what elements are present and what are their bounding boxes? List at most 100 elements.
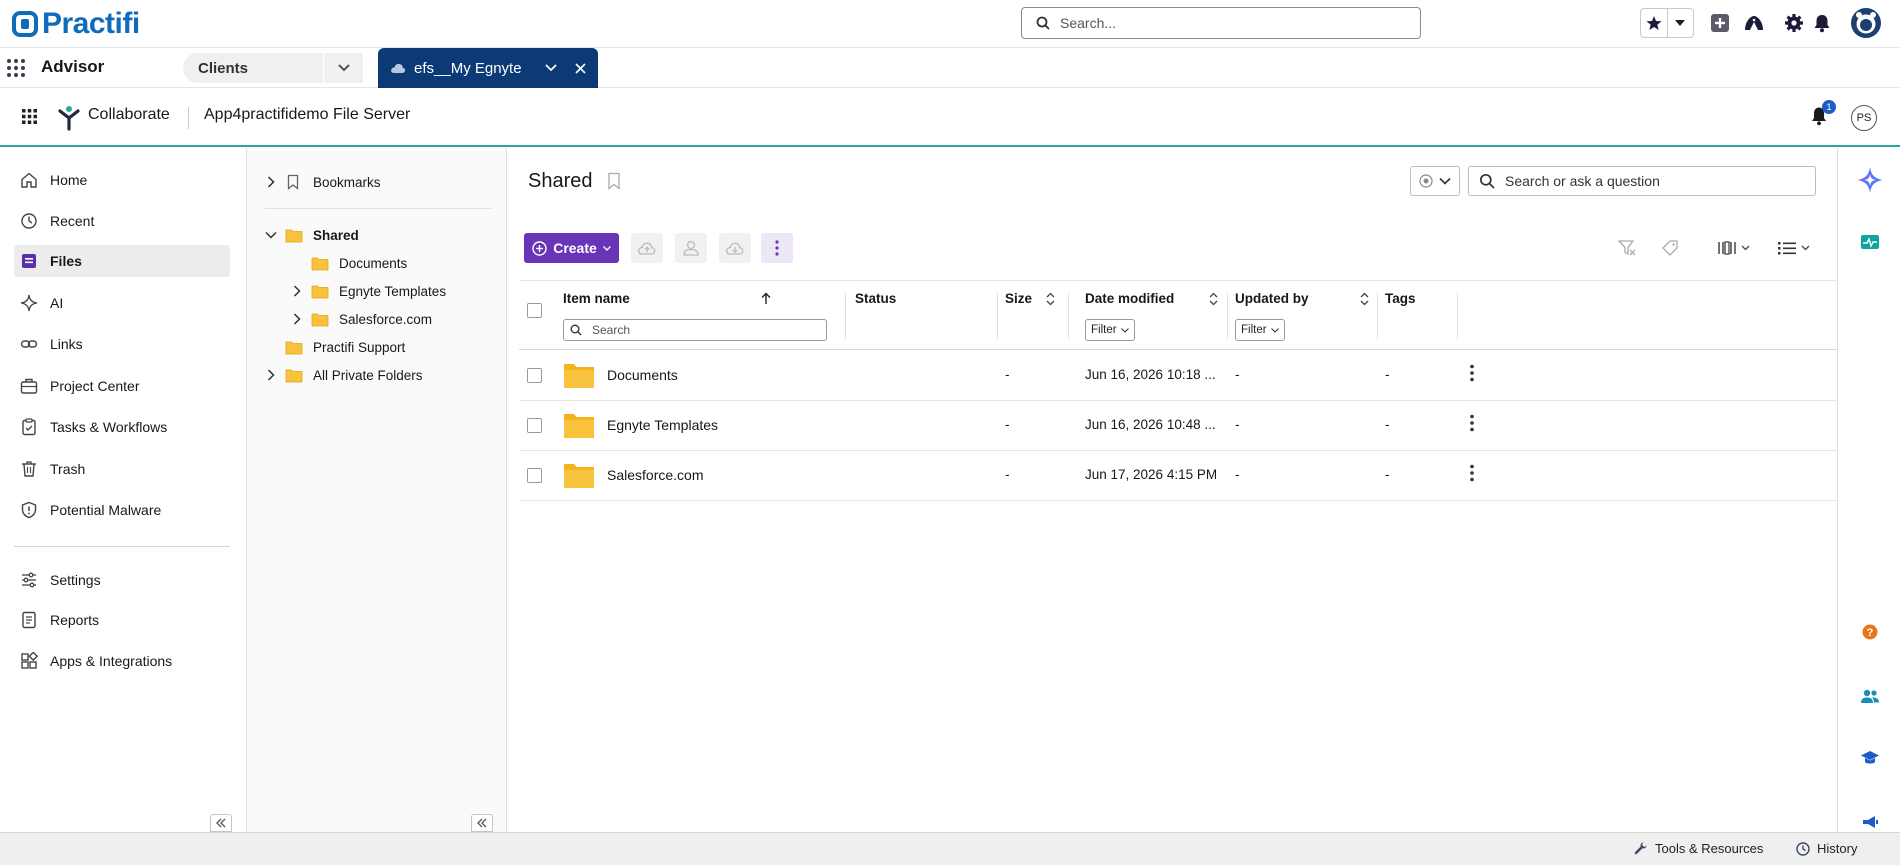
tab-clients[interactable]: Clients	[183, 53, 363, 83]
row-item-name[interactable]: Documents	[607, 367, 678, 383]
download-button[interactable]	[719, 233, 751, 263]
row-tags: -	[1385, 367, 1390, 382]
tab-my-egnyte[interactable]: efs__My Egnyte	[378, 48, 598, 88]
tree-item-shared[interactable]: Shared	[265, 223, 359, 247]
column-header-updated-by[interactable]: Updated by	[1235, 291, 1309, 306]
sort-date-modified-button[interactable]	[1209, 292, 1218, 306]
app-launcher-button[interactable]	[6, 58, 26, 78]
nav-item-project-center[interactable]: Project Center	[14, 370, 230, 402]
column-header-item-name[interactable]: Item name	[563, 291, 630, 306]
item-name-search-input[interactable]: Search	[563, 319, 827, 341]
row-checkbox[interactable]	[527, 418, 542, 433]
row-size: -	[1005, 417, 1010, 432]
table-row[interactable]: Salesforce.com - Jun 17, 2026 4:15 PM - …	[519, 451, 1837, 501]
row-item-name[interactable]: Egnyte Templates	[607, 417, 718, 433]
more-actions-button[interactable]	[761, 233, 793, 263]
setup-button[interactable]	[1782, 11, 1806, 35]
column-header-date-modified[interactable]: Date modified	[1085, 291, 1174, 306]
create-button-label: Create	[553, 240, 597, 256]
nav-item-ai[interactable]: AI	[14, 287, 230, 319]
column-header-status[interactable]: Status	[855, 291, 896, 306]
bookmark-folder-button[interactable]	[607, 172, 621, 190]
favorites-dropdown-button[interactable]	[1668, 9, 1694, 37]
nav-item-files[interactable]: Files	[14, 245, 230, 277]
nav-item-apps-integrations[interactable]: Apps & Integrations	[14, 645, 230, 677]
nav-item-reports[interactable]: Reports	[14, 604, 230, 636]
tags-button[interactable]	[1660, 236, 1680, 260]
user-profile-button[interactable]	[1850, 7, 1882, 39]
left-navigation: Home Recent Files AI Links Project Cente…	[0, 148, 247, 832]
updated-by-filter-button[interactable]: Filter	[1235, 319, 1285, 341]
table-row[interactable]: Egnyte Templates - Jun 16, 2026 10:48 ..…	[519, 401, 1837, 451]
chevron-right-icon[interactable]	[267, 369, 275, 381]
search-scope-select[interactable]	[1410, 166, 1460, 196]
tab-clients-menu-button[interactable]	[323, 53, 363, 83]
nav-item-recent[interactable]: Recent	[14, 205, 230, 237]
select-all-checkbox[interactable]	[527, 303, 542, 318]
practifi-logo[interactable]: Practifi	[12, 7, 140, 41]
tree-item-bookmarks[interactable]: Bookmarks	[265, 170, 381, 194]
column-header-tags[interactable]: Tags	[1385, 291, 1416, 306]
tree-item-practifi-support[interactable]: Practifi Support	[285, 335, 405, 359]
nav-item-home[interactable]: Home	[14, 164, 230, 196]
clear-filters-button[interactable]	[1617, 236, 1637, 260]
egnyte-app-launcher-button[interactable]	[22, 109, 37, 124]
row-actions-kebab-icon[interactable]	[1470, 414, 1474, 432]
nav-item-links[interactable]: Links	[14, 328, 230, 360]
chevron-right-icon[interactable]	[293, 313, 301, 325]
megaphone-icon	[1863, 816, 1878, 828]
learning-button[interactable]	[1858, 746, 1882, 770]
column-header-size[interactable]: Size	[1005, 291, 1032, 306]
row-actions-kebab-icon[interactable]	[1470, 364, 1474, 382]
list-view-button[interactable]	[1777, 236, 1810, 260]
close-tab-button[interactable]	[571, 62, 598, 74]
chevron-down-icon[interactable]	[265, 231, 277, 239]
activity-monitor-button[interactable]	[1858, 231, 1882, 255]
sort-updated-by-button[interactable]	[1360, 292, 1369, 306]
announcements-button[interactable]	[1858, 810, 1882, 834]
row-item-name[interactable]: Salesforce.com	[607, 467, 703, 483]
favorites-button[interactable]	[1641, 9, 1668, 37]
sort-icon	[1209, 292, 1218, 306]
help-button[interactable]: ?	[1858, 620, 1882, 644]
tab-my-egnyte-menu-button[interactable]	[539, 64, 563, 72]
notifications-button[interactable]	[1810, 11, 1834, 35]
tree-item-salesforce[interactable]: Salesforce.com	[291, 307, 432, 331]
share-button[interactable]	[675, 233, 707, 263]
sort-size-button[interactable]	[1046, 292, 1055, 306]
create-button[interactable]: Create	[524, 233, 619, 263]
tree-item-label: Bookmarks	[313, 174, 381, 190]
global-actions-button[interactable]	[1708, 11, 1732, 35]
row-checkbox[interactable]	[527, 468, 542, 483]
nav-item-potential-malware[interactable]: Potential Malware	[14, 494, 230, 526]
row-updated-by: -	[1235, 417, 1240, 432]
ai-copilot-button[interactable]	[1856, 166, 1884, 194]
nav-item-tasks-workflows[interactable]: Tasks & Workflows	[14, 411, 230, 443]
upload-button[interactable]	[631, 233, 663, 263]
tree-item-all-private-folders[interactable]: All Private Folders	[265, 363, 423, 387]
collapse-tree-button[interactable]	[471, 814, 493, 832]
sort-item-name-button[interactable]	[761, 292, 771, 305]
tools-resources-button[interactable]: Tools & Resources	[1634, 841, 1763, 856]
chevron-right-icon[interactable]	[267, 176, 275, 188]
row-actions-kebab-icon[interactable]	[1470, 464, 1474, 482]
nav-item-trash[interactable]: Trash	[14, 453, 230, 485]
tree-item-documents[interactable]: Documents	[311, 251, 407, 275]
row-checkbox[interactable]	[527, 368, 542, 383]
history-button[interactable]: History	[1796, 841, 1857, 856]
user-avatar[interactable]: PS	[1851, 105, 1877, 131]
help-button[interactable]	[1742, 11, 1766, 35]
team-button[interactable]	[1858, 684, 1882, 708]
collapse-nav-button[interactable]	[210, 814, 232, 832]
tag-icon	[1662, 240, 1678, 256]
nav-item-label: Home	[50, 172, 88, 188]
nav-item-settings[interactable]: Settings	[14, 564, 230, 596]
date-modified-filter-button[interactable]: Filter	[1085, 319, 1135, 341]
nav-item-label: AI	[50, 295, 64, 311]
ai-search-input[interactable]: Search or ask a question	[1468, 166, 1816, 196]
chevron-right-icon[interactable]	[293, 285, 301, 297]
columns-view-button[interactable]	[1717, 236, 1750, 260]
tree-item-egnyte-templates[interactable]: Egnyte Templates	[291, 279, 446, 303]
global-search-input[interactable]: Search...	[1021, 7, 1421, 39]
table-row[interactable]: Documents - Jun 16, 2026 10:18 ... - -	[519, 351, 1837, 401]
